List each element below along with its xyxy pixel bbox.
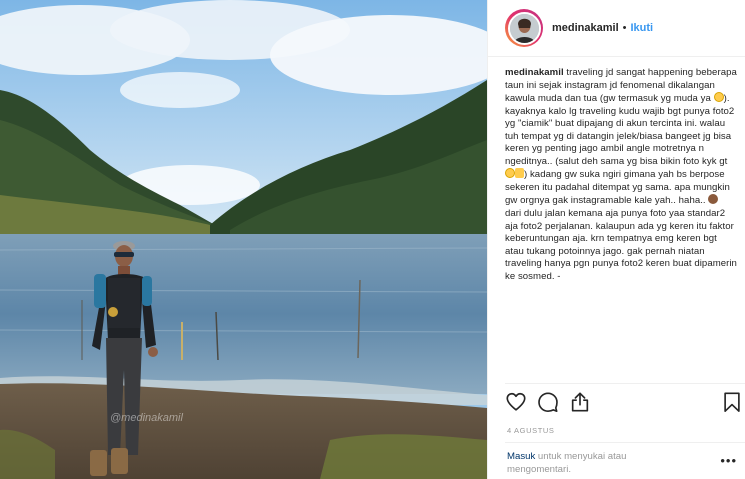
bookmark-icon[interactable] [721, 391, 743, 413]
login-link[interactable]: Masuk [507, 451, 535, 462]
post-side-panel: medinakamil • Ikuti medinakamil travelin… [487, 0, 745, 479]
avatar[interactable] [507, 11, 541, 45]
caption-text-3: ) kadang gw suka ngiri gimana yah bs ber… [505, 169, 730, 207]
post-header: medinakamil • Ikuti [488, 0, 745, 57]
comment-icon[interactable] [537, 391, 559, 413]
lake-landscape-image: @medinakamil [0, 0, 487, 479]
caption-username[interactable]: medinakamil [505, 67, 564, 78]
login-divider [505, 442, 745, 443]
laughing-emoji-icon [713, 92, 724, 103]
follow-button[interactable]: Ikuti [631, 22, 654, 34]
share-icon[interactable] [569, 391, 591, 413]
post-photo[interactable]: @medinakamil [0, 0, 487, 479]
thumbs-up-emoji-icon [515, 168, 524, 179]
login-prompt: Masuk untuk menyukai atau mengomentari. [507, 451, 687, 476]
post-actions [505, 391, 740, 415]
header-username[interactable]: medinakamil [552, 22, 619, 34]
header-separator: • [622, 22, 627, 34]
photo-watermark: @medinakamil [110, 412, 183, 424]
more-options-icon[interactable]: ••• [720, 454, 737, 467]
see-no-evil-monkey-emoji-icon [708, 194, 719, 205]
actions-divider [505, 383, 745, 384]
post-date[interactable]: 4 AGUSTUS [507, 426, 555, 435]
avatar-story-ring[interactable] [505, 9, 543, 47]
caption-text-4: dari dulu jalan kemana aja punya foto ya… [505, 208, 737, 282]
post-caption: medinakamil traveling jd sangat happenin… [505, 67, 737, 283]
heart-icon[interactable] [505, 391, 527, 413]
grin-emoji-icon [505, 168, 515, 179]
caption-text-2: ). kayaknya kalo lg traveling kudu wajib… [505, 93, 735, 167]
